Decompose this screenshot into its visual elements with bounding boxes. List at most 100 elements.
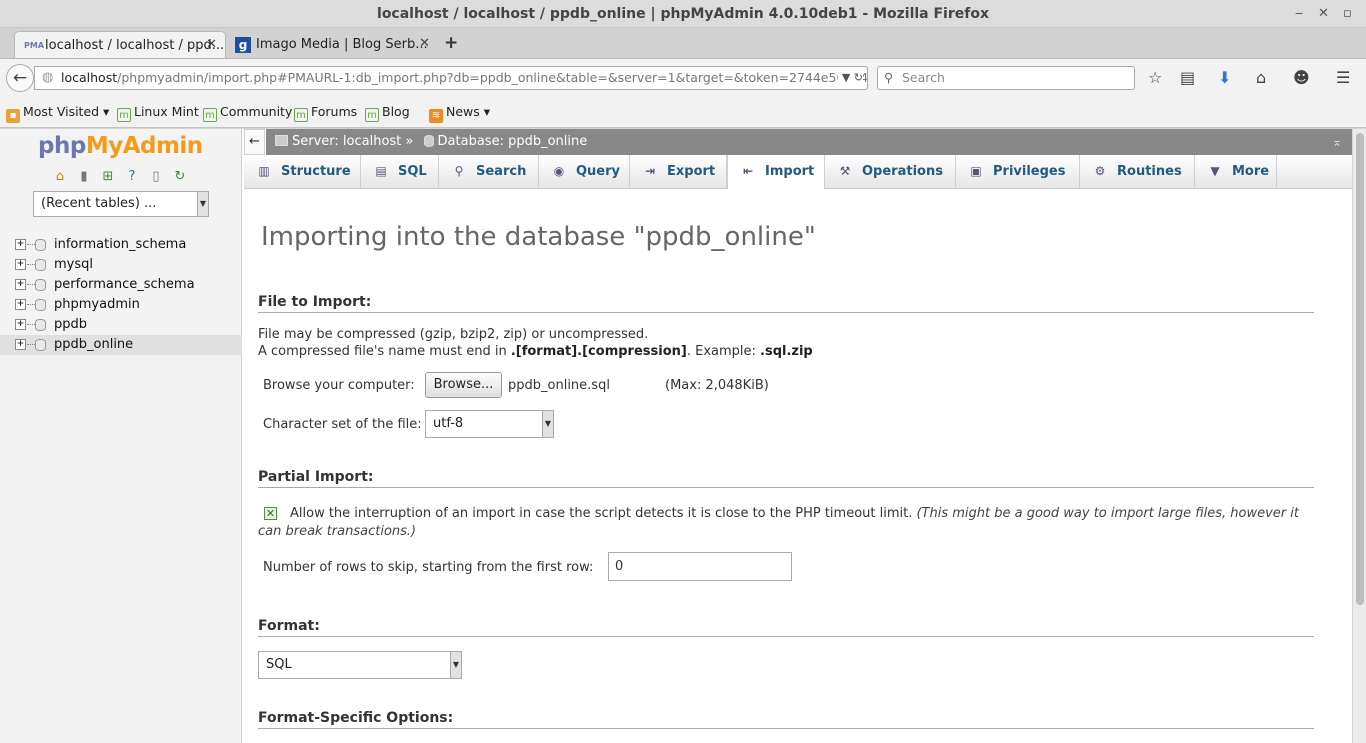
bookmark-forums[interactable]: m Forums [294,104,357,122]
globe-icon: ◍ [42,70,54,85]
reading-list-icon[interactable]: ▤ [1180,68,1195,87]
close-tab-icon[interactable]: ✕ [206,37,217,52]
database-item[interactable]: + ppdb [0,315,242,335]
database-item-selected[interactable]: + ppdb_online [0,335,242,355]
search-icon: ⚲ [454,164,464,178]
folder-icon: ▪ [6,109,20,123]
database-item[interactable]: + phpmyadmin [0,295,242,315]
tab-strip: PMA localhost / localhost / ppd... ✕ g I… [0,28,1366,58]
dropdown-arrow-icon[interactable]: ▼ [842,71,850,84]
database-menu: ▥ Structure ▤ SQL ⚲ Search ◉ Query ⇥ Export ⇤… [244,155,1352,190]
browse-label: Browse your computer: [263,378,415,393]
browse-button[interactable]: Browse... [425,372,502,398]
caret-down-icon: ▼ [1210,164,1220,178]
docs-icon[interactable]: ▯ [148,169,164,184]
charset-label: Character set of the file: [263,417,422,432]
database-item[interactable]: + mysql [0,255,242,275]
imago-favicon-icon: g [235,37,251,53]
url-host: localhost [61,70,118,85]
chat-icon[interactable]: ☻ [1293,68,1310,87]
database-item[interactable]: + information_schema [0,235,242,255]
tab-more[interactable]: ▼ More [1195,155,1277,189]
collapse-top-icon[interactable]: ⌅ [1332,129,1342,155]
database-icon [35,259,46,271]
tab-phpmyadmin[interactable]: PMA localhost / localhost / ppd... ✕ [14,31,226,58]
bookmarks-toolbar: ▪ Most Visited ▾ m Linux Mint m Community m… [0,96,1366,128]
search-input[interactable]: ⚲ Search [877,66,1135,90]
rss-icon: ≋ [429,109,443,123]
tab-import[interactable]: ⇤ Import [727,155,825,190]
import-content: Importing into the database "ppdb_online… [244,189,1352,743]
tab-routines[interactable]: ⚙ Routines [1080,155,1195,189]
collapse-sidebar-button[interactable]: ← [244,129,265,155]
database-icon [423,135,434,147]
compress-note: File may be compressed (gzip, bzip2, zip… [258,327,649,342]
tab-privileges[interactable]: ▣ Privileges [956,155,1080,189]
recent-tables-select[interactable]: (Recent tables) ... ▼ [33,191,209,217]
page-scrollbar[interactable] [1352,129,1366,743]
tab-sql[interactable]: ▤ SQL [361,155,439,189]
window-titlebar: localhost / localhost / ppdb_online | ph… [0,0,1366,28]
close-tab-icon[interactable]: ✕ [419,36,430,51]
expand-icon[interactable]: + [15,259,26,270]
sidebar-icon-row: ⌂ ▮ ⊞? ▯ ↻ [52,169,196,184]
expand-icon[interactable]: + [15,319,26,330]
mint-icon: m [365,108,379,122]
help-icon[interactable]: ? [124,169,140,184]
dropdown-arrow-icon: ▼ [542,411,553,437]
bookmark-linux-mint[interactable]: m Linux Mint [117,104,199,122]
charset-select[interactable]: utf-8 ▼ [425,410,554,438]
expand-icon[interactable]: + [15,339,26,350]
pma-favicon-icon: PMA [24,41,45,50]
breadcrumb: Server: localhost » Database: ppdb_onlin… [266,129,1352,155]
format-select[interactable]: SQL ▼ [258,651,462,679]
privileges-icon: ▣ [970,164,982,178]
database-icon [35,279,46,291]
tab-imago-media[interactable]: g Imago Media | Blog Serb... ✕ [226,31,438,58]
bookmark-most-visited[interactable]: ▪ Most Visited ▾ [6,104,109,123]
bookmark-blog[interactable]: m Blog [365,104,410,122]
url-bar[interactable]: ◍ localhost/phpmyadmin/import.php#PMAURL-… [34,66,868,90]
arrow-left-icon: ← [12,68,28,88]
maximize-icon[interactable]: ▫ [1343,6,1352,21]
page: phpMyAdmin ⌂ ▮ ⊞? ▯ ↻ (Recent tables) ... ▼ … [0,129,1366,743]
format-heading: Format: [258,618,1314,637]
tab-structure[interactable]: ▥ Structure [244,155,361,189]
phpmyadmin-logo[interactable]: phpMyAdmin [38,133,203,159]
database-icon [35,319,46,331]
hamburger-menu-icon[interactable]: ☰ [1336,68,1350,87]
breadcrumb-server[interactable]: Server: localhost [292,134,401,149]
export-icon: ⇥ [644,164,656,178]
database-item[interactable]: + performance_schema [0,275,242,295]
tab-label: Imago Media | Blog Serb... [256,37,428,52]
format-options-heading: Format-Specific Options: [258,710,1314,729]
skip-rows-input[interactable]: 0 [608,552,792,581]
bookmark-star-icon[interactable]: ☆ [1148,68,1162,87]
home-icon[interactable]: ⌂ [52,169,68,184]
breadcrumb-database[interactable]: Database: ppdb_online [438,134,588,149]
minimize-icon[interactable]: ‒ [1295,6,1303,21]
url-controls[interactable]: ▼ ↻ [837,67,863,89]
logout-icon[interactable]: ▮ [76,169,92,184]
expand-icon[interactable]: + [15,299,26,310]
expand-icon[interactable]: + [15,239,26,250]
reload-icon[interactable]: ↻ [854,71,863,84]
reload-icon[interactable]: ↻ [172,169,188,184]
wrench-icon: ⚒ [839,164,851,178]
tab-operations[interactable]: ⚒ Operations [825,155,956,189]
close-window-icon[interactable]: ✕ [1318,6,1329,21]
expand-icon[interactable]: + [15,279,26,290]
tab-export[interactable]: ⇥ Export [630,155,727,189]
download-icon[interactable]: ⬇ [1218,68,1231,87]
new-tab-icon[interactable]: + [444,33,458,53]
dropdown-arrow-icon: ▼ [450,652,461,678]
home-icon[interactable]: ⌂ [1256,68,1266,87]
query-window-icon[interactable]: ⊞ [100,169,116,184]
bookmark-news[interactable]: ≋ News ▾ [429,104,490,123]
tab-query[interactable]: ◉ Query [539,155,630,189]
tab-search[interactable]: ⚲ Search [439,155,539,189]
scrollbar-thumb[interactable] [1356,133,1364,605]
back-button[interactable]: ← [6,64,34,92]
database-icon [35,339,46,351]
bookmark-community[interactable]: m Community [203,104,292,122]
